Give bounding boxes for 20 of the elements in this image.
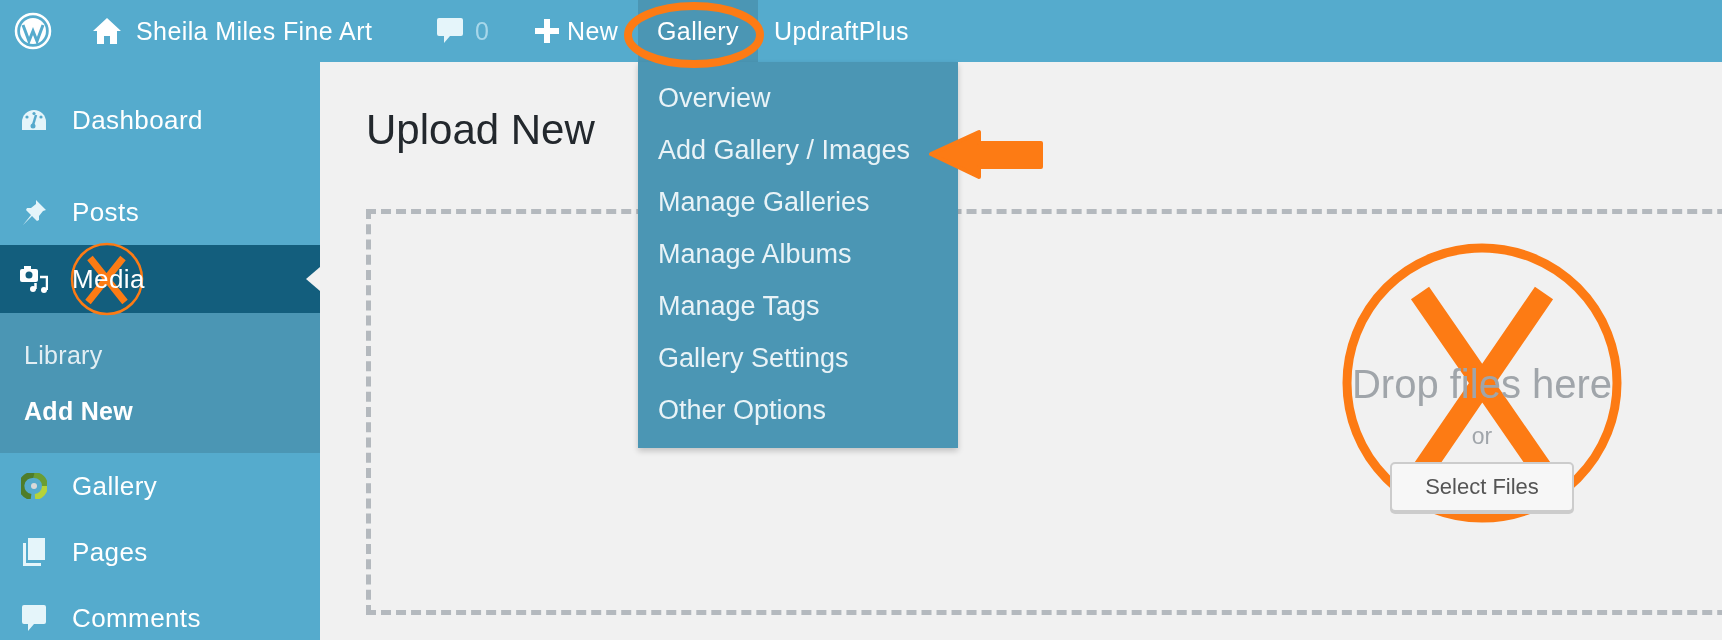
or-text: or bbox=[1471, 422, 1493, 450]
select-files-button[interactable]: Select Files bbox=[1390, 462, 1574, 512]
dropdown-item[interactable]: Manage Tags bbox=[658, 280, 820, 332]
submenu-item[interactable]: Library bbox=[0, 327, 320, 383]
sidebar-item[interactable]: Pages bbox=[0, 519, 320, 585]
comment-count[interactable]: 0 bbox=[475, 16, 495, 46]
sidebar-item[interactable]: Dashboard bbox=[0, 87, 320, 153]
sidebar-item[interactable]: Posts bbox=[0, 179, 320, 245]
page-title: Upload New bbox=[366, 107, 595, 153]
new-link[interactable]: New bbox=[567, 16, 638, 46]
dropdown-item[interactable]: Overview bbox=[658, 72, 771, 124]
dropdown-item[interactable]: Gallery Settings bbox=[658, 332, 849, 384]
site-name[interactable]: Sheila Miles Fine Art bbox=[136, 16, 436, 46]
sidebar-item[interactable]: Comments bbox=[0, 585, 320, 640]
dropdown-item[interactable]: Other Options bbox=[658, 384, 827, 436]
dropdown-item[interactable]: Manage Albums bbox=[658, 228, 852, 280]
menu-item[interactable]: UpdraftPlus bbox=[758, 0, 925, 62]
dropdown-item[interactable]: Add Gallery / Images bbox=[658, 124, 911, 176]
submenu-item[interactable]: Add New bbox=[0, 383, 320, 439]
sidebar-item[interactable]: Gallery bbox=[0, 453, 320, 519]
